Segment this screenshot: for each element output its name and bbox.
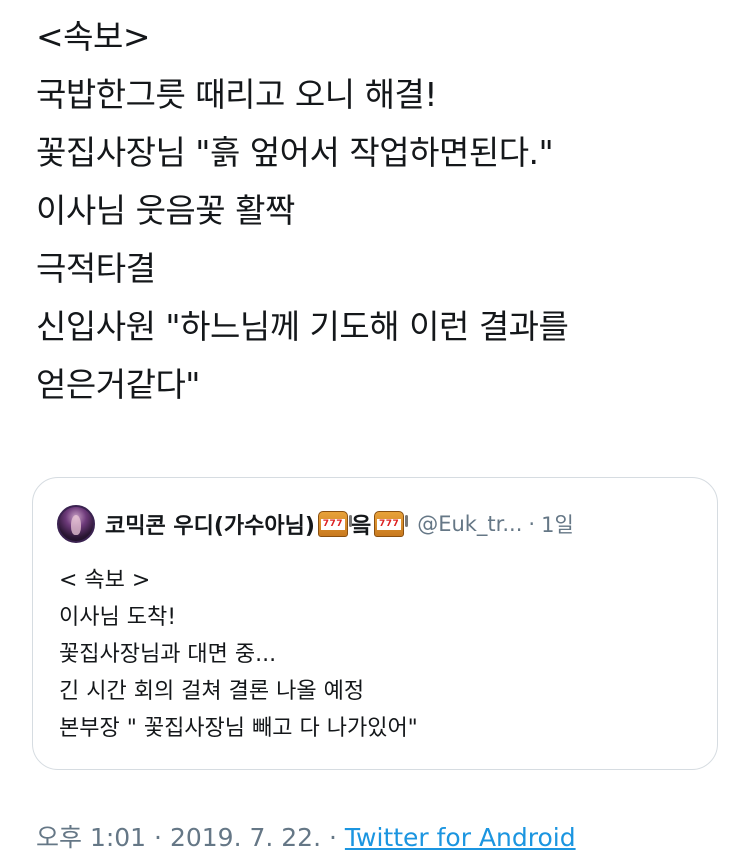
quoted-tweet-card[interactable]: 코믹콘 우디(가수아님) 읔 @Euk_tr... · 1일 < 속보 > 이사…: [32, 477, 718, 770]
quoted-line: 꽃집사장님과 대면 중...: [59, 642, 277, 667]
tweet-line: 신입사원 "하느님께 기도해 이런 결과를: [36, 307, 569, 346]
quoted-line: 이사님 도착!: [59, 605, 177, 630]
tweet-time: 오후 1:01: [36, 823, 147, 852]
separator-dot: ·: [154, 823, 162, 852]
separator-dot: ·: [328, 823, 337, 852]
quoted-line: 본부장 " 꽃집사장님 빼고 다 나가있어": [59, 716, 418, 741]
quoted-handle[interactable]: @Euk_tr...: [417, 512, 522, 536]
tweet-source-link[interactable]: Twitter for Android: [345, 823, 576, 852]
quoted-tweet-text: < 속보 > 이사님 도착! 꽃집사장님과 대면 중... 긴 시간 회의 걸쳐…: [59, 562, 699, 747]
tweet-metadata: 오후 1:01 · 2019. 7. 22. · Twitter for And…: [36, 818, 576, 858]
tweet-line: 얻은거같다": [36, 365, 200, 404]
tweet-line: 극적타결: [36, 249, 156, 288]
quoted-line: 긴 시간 회의 걸쳐 결론 나올 예정: [59, 679, 365, 704]
tweet-line: 이사님 웃음꽃 활짝: [36, 191, 295, 230]
slot-machine-icon: [317, 511, 352, 537]
avatar[interactable]: [57, 505, 95, 543]
quoted-timestamp[interactable]: 1일: [541, 509, 574, 539]
tweet-text: <속보> 국밥한그릇 때리고 오니 해결! 꽃집사장님 "흙 엎어서 작업하면된…: [36, 8, 726, 414]
tweet-line: 국밥한그릇 때리고 오니 해결!: [36, 75, 438, 114]
quoted-tweet-header: 코믹콘 우디(가수아님) 읔 @Euk_tr... · 1일: [57, 504, 574, 544]
quoted-display-name-suffix: 읔: [350, 514, 372, 539]
slot-machine-icon: [374, 511, 409, 537]
quoted-display-name[interactable]: 코믹콘 우디(가수아님): [105, 508, 315, 540]
tweet-date: 2019. 7. 22.: [169, 823, 322, 852]
tweet-line: <속보>: [36, 17, 151, 56]
separator-dot: ·: [528, 512, 536, 536]
tweet-line: 꽃집사장님 "흙 엎어서 작업하면된다.": [36, 133, 554, 172]
quoted-line: < 속보 >: [59, 568, 151, 593]
